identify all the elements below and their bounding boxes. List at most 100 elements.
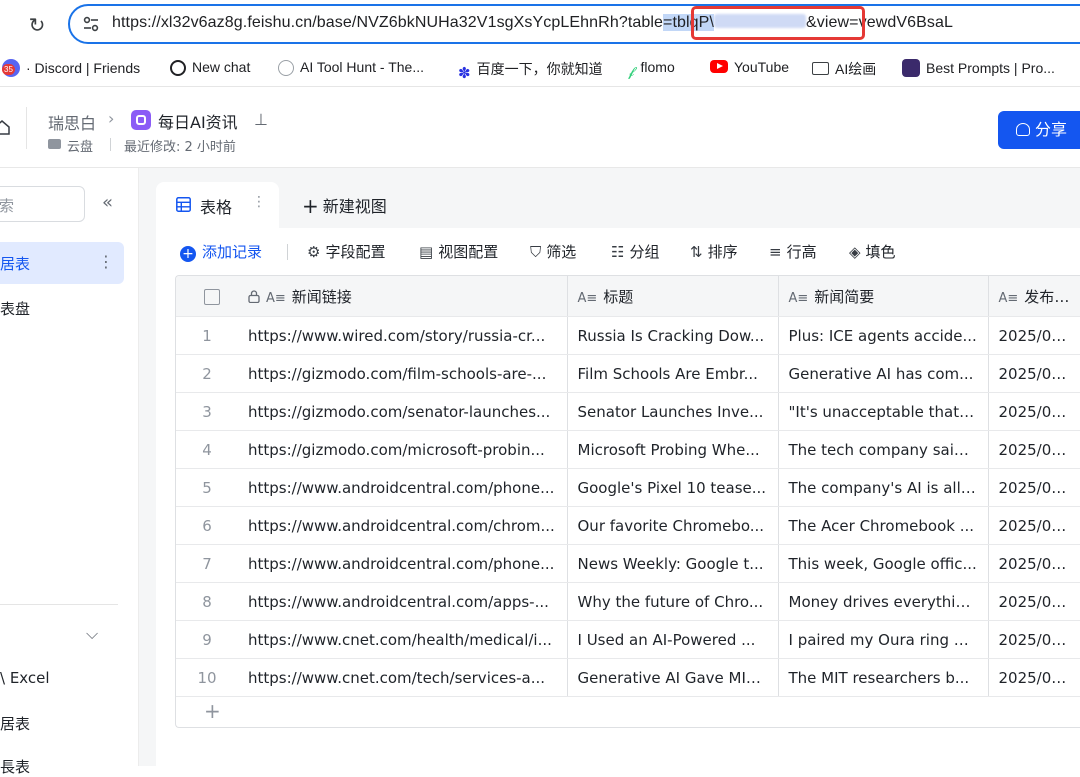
table-row[interactable]: 9 https://www.cnet.com/health/medical/i..… xyxy=(176,620,1080,659)
cell-link[interactable]: https://www.androidcentral.com/phone... xyxy=(238,468,568,507)
cell-title[interactable]: Russia Is Cracking Dow... xyxy=(567,316,779,355)
chevron-down-icon[interactable]: ⌵ xyxy=(86,624,98,644)
cell-title[interactable]: I Used an AI-Powered ... xyxy=(567,620,779,659)
column-header-title[interactable]: A≡ 标题 xyxy=(567,276,779,317)
row-height-icon: ≡ xyxy=(769,243,782,261)
table-row[interactable]: 7 https://www.androidcentral.com/phone...… xyxy=(176,544,1080,583)
column-header-date[interactable]: A≡ 发布日期 xyxy=(988,276,1080,317)
cell-summary[interactable]: The company's AI is all ... xyxy=(778,468,989,507)
table-header-row: A≡ 新闻链接 A≡ 标题 A≡ 新闻简要 A≡ 发布日期 xyxy=(176,276,1080,317)
bookmark-folder-ai-drawing[interactable]: AI绘画 xyxy=(812,59,876,79)
sidebar-item-datasheet[interactable]: 居表 xyxy=(0,713,30,734)
page-title[interactable]: 每日AI资讯 xyxy=(158,109,238,133)
row-height-label: 行高 xyxy=(786,243,817,261)
cell-title[interactable]: Microsoft Probing Whe... xyxy=(567,430,779,469)
cell-title[interactable]: Senator Launches Inve... xyxy=(567,392,779,431)
cell-link[interactable]: https://gizmodo.com/film-schools-are-... xyxy=(238,354,568,393)
fill-color-button[interactable]: ◈ 填色 xyxy=(849,241,896,262)
more-options-icon[interactable]: ⋮ xyxy=(98,252,114,271)
cell-date[interactable]: 2025/08/16 xyxy=(988,620,1080,659)
location-folder[interactable]: 云盘 xyxy=(67,136,93,155)
field-config-button[interactable]: ⚙ 字段配置 xyxy=(307,241,385,262)
bookmark-new-chat[interactable]: New chat xyxy=(170,59,250,76)
cell-summary[interactable]: Money drives everythin... xyxy=(778,582,989,621)
cell-title[interactable]: Generative AI Gave MIT... xyxy=(567,658,779,697)
sidebar-search-input[interactable]: 索 xyxy=(0,186,85,222)
tab-more-icon[interactable]: ⋮ xyxy=(252,194,266,210)
group-button[interactable]: ☷ 分组 xyxy=(611,241,659,262)
bookmark-discord[interactable]: 35 · Discord | Friends xyxy=(2,59,140,77)
cell-date[interactable]: 2025/08/16 xyxy=(988,582,1080,621)
bookmark-baidu[interactable]: ✽ 百度一下，你就知道 xyxy=(458,59,603,82)
cell-date[interactable]: 2025/08/16 xyxy=(988,544,1080,583)
view-config-button[interactable]: ▤ 视图配置 xyxy=(419,241,498,262)
table-row[interactable]: 5 https://www.androidcentral.com/phone...… xyxy=(176,468,1080,507)
cell-link[interactable]: https://www.androidcentral.com/chrom... xyxy=(238,506,568,545)
new-view-label: 新建视图 xyxy=(322,197,387,216)
pin-icon[interactable]: ⊥ xyxy=(254,110,268,129)
cell-date[interactable]: 2025/08/16 xyxy=(988,392,1080,431)
cell-summary[interactable]: The tech company said... xyxy=(778,430,989,469)
breadcrumb-workspace[interactable]: 瑞思白 xyxy=(48,110,96,134)
cell-date[interactable]: 2025/08/16 xyxy=(988,506,1080,545)
cell-date[interactable]: 2025/08/16 xyxy=(988,316,1080,355)
add-row-plus-icon[interactable]: + xyxy=(204,699,221,723)
sidebar-item-dashboard[interactable]: 表盘 xyxy=(0,298,30,319)
table-row[interactable]: 4 https://gizmodo.com/microsoft-probin...… xyxy=(176,430,1080,469)
subheader-divider xyxy=(110,138,111,151)
bookmark-youtube[interactable]: YouTube xyxy=(710,59,789,75)
cell-summary[interactable]: This week, Google offic... xyxy=(778,544,989,583)
table-row[interactable]: 2 https://gizmodo.com/film-schools-are-..… xyxy=(176,354,1080,393)
sidebar-item-excel[interactable]: \ Excel xyxy=(0,669,50,687)
filter-button[interactable]: ⛉ 筛选 xyxy=(530,241,576,262)
cell-date[interactable]: 2025/08/16 xyxy=(988,354,1080,393)
cell-title[interactable]: Film Schools Are Embr... xyxy=(567,354,779,393)
add-record-button[interactable]: + 添加记录 xyxy=(180,241,262,262)
sidebar-item-active-table[interactable]: 居表 ⋮ xyxy=(0,242,124,284)
cell-summary[interactable]: "It's unacceptable that ... xyxy=(778,392,989,431)
sort-button[interactable]: ⇅ 排序 xyxy=(690,241,738,262)
cell-link[interactable]: https://www.androidcentral.com/apps-... xyxy=(238,582,568,621)
table-row[interactable]: 3 https://gizmodo.com/senator-launches...… xyxy=(176,392,1080,431)
cell-summary[interactable]: Generative AI has com... xyxy=(778,354,989,393)
tab-grid-view[interactable]: 表格 ⋮ xyxy=(156,182,279,228)
address-bar[interactable]: https://xl32v6az8g.feishu.cn/base/NVZ6bk… xyxy=(68,4,1080,44)
cell-summary[interactable]: I paired my Oura ring w... xyxy=(778,620,989,659)
cell-link[interactable]: https://www.cnet.com/tech/services-a... xyxy=(238,658,568,697)
table-body: 1 https://www.wired.com/story/russia-cr..… xyxy=(176,316,1080,697)
bookmark-best-prompts[interactable]: Best Prompts | Pro... xyxy=(902,59,1055,77)
cell-link[interactable]: https://gizmodo.com/microsoft-probin... xyxy=(238,430,568,469)
cell-link[interactable]: https://gizmodo.com/senator-launches... xyxy=(238,392,568,431)
cell-summary[interactable]: The MIT researchers b... xyxy=(778,658,989,697)
row-height-button[interactable]: ≡ 行高 xyxy=(769,241,817,262)
cell-title[interactable]: News Weekly: Google t... xyxy=(567,544,779,583)
bookmark-ai-tool-hunt[interactable]: AI Tool Hunt - The... xyxy=(278,59,424,76)
cell-summary[interactable]: Plus: ICE agents accide... xyxy=(778,316,989,355)
select-all-checkbox[interactable] xyxy=(204,288,220,305)
cell-title[interactable]: Our favorite Chromebo... xyxy=(567,506,779,545)
new-view-button[interactable]: + 新建视图 xyxy=(302,193,387,218)
sidebar-item-form[interactable]: 長表 xyxy=(0,756,30,777)
table-row[interactable]: 6 https://www.androidcentral.com/chrom...… xyxy=(176,506,1080,545)
cell-link[interactable]: https://www.wired.com/story/russia-cr... xyxy=(238,316,568,355)
table-row[interactable]: 8 https://www.androidcentral.com/apps-...… xyxy=(176,582,1080,621)
site-settings-icon[interactable] xyxy=(82,15,100,33)
cell-link[interactable]: https://www.androidcentral.com/phone... xyxy=(238,544,568,583)
cell-date[interactable]: 2025/08/16 xyxy=(988,468,1080,507)
cell-title[interactable]: Why the future of Chro... xyxy=(567,582,779,621)
table-row[interactable]: 1 https://www.wired.com/story/russia-cr..… xyxy=(176,316,1080,355)
sidebar-divider xyxy=(0,604,118,605)
reload-icon[interactable]: ↻ xyxy=(22,10,52,40)
collapse-sidebar-icon[interactable]: « xyxy=(102,194,113,212)
column-header-link[interactable]: A≡ 新闻链接 xyxy=(238,276,568,317)
cell-summary[interactable]: The Acer Chromebook ... xyxy=(778,506,989,545)
cell-title[interactable]: Google's Pixel 10 tease... xyxy=(567,468,779,507)
column-header-summary[interactable]: A≡ 新闻简要 xyxy=(778,276,989,317)
cell-date[interactable]: 2025/08/16 xyxy=(988,430,1080,469)
bookmark-flomo[interactable]: 𝓯 flomo xyxy=(628,59,675,80)
home-icon[interactable] xyxy=(0,119,10,135)
cell-date[interactable]: 2025/08/16 xyxy=(988,658,1080,697)
share-button[interactable]: 分享 xyxy=(998,111,1080,149)
cell-link[interactable]: https://www.cnet.com/health/medical/i... xyxy=(238,620,568,659)
table-row[interactable]: 10 https://www.cnet.com/tech/services-a..… xyxy=(176,658,1080,697)
